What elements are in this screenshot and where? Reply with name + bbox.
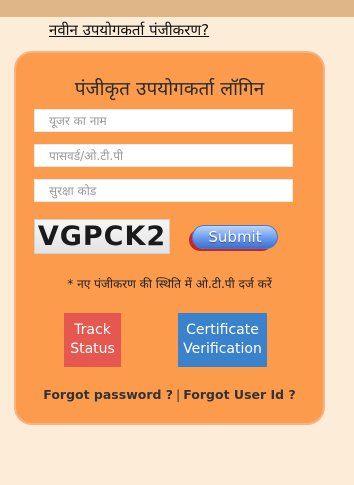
certificate-verification-label: Certificate Verification <box>183 322 262 357</box>
password-otp-input[interactable] <box>34 144 293 167</box>
username-input[interactable] <box>34 109 293 132</box>
link-separator: | <box>176 387 181 402</box>
forgot-links: Forgot password ? | Forgot User Id ? <box>16 387 323 402</box>
login-panel: पंजीकृत उपयोगकर्ता लॉगिन VGPCK2 Submit *… <box>14 51 325 425</box>
forgot-user-id-link[interactable]: Forgot User Id ? <box>183 387 295 402</box>
track-status-button[interactable]: Track Status <box>64 313 121 367</box>
security-code-input[interactable] <box>34 179 293 202</box>
track-status-label: Track Status <box>70 322 115 357</box>
certificate-verification-button[interactable]: Certificate Verification <box>178 313 267 367</box>
top-bar <box>0 0 354 17</box>
captcha-image: VGPCK2 <box>34 219 170 254</box>
submit-button[interactable]: Submit <box>192 225 278 249</box>
forgot-password-link[interactable]: Forgot password ? <box>43 387 173 402</box>
new-user-registration-link[interactable]: नवीन उपयोगकर्ता पंजीकरण? <box>49 20 209 40</box>
otp-note: * नए पंजीकरण की स्थिति में ओ.टी.पी दर्ज … <box>67 277 272 291</box>
login-title: पंजीकृत उपयोगकर्ता लॉगिन <box>74 78 265 100</box>
